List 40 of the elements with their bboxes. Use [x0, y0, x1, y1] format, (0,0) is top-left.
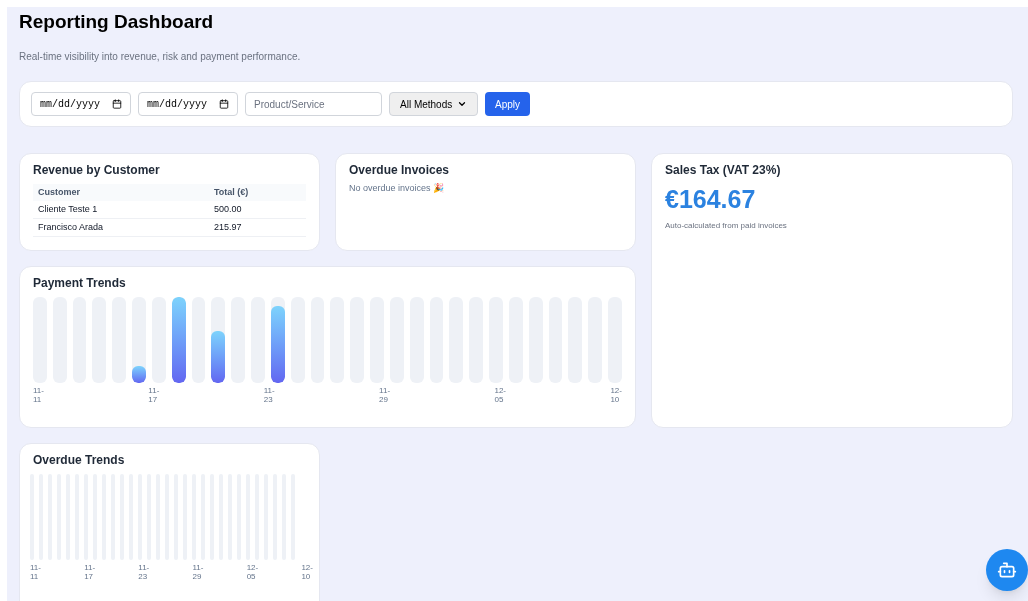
axis-label: 11-23 — [263, 386, 275, 404]
axis-label: 12-10 — [610, 386, 622, 404]
card-title: Overdue Invoices — [349, 163, 451, 178]
robot-icon — [997, 560, 1017, 580]
calendar-icon — [112, 99, 122, 109]
table-cell: Cliente Teste 1 — [33, 201, 209, 219]
axis-label: 11-17 — [84, 563, 96, 581]
axis-label: 11-17 — [148, 386, 160, 404]
apply-button[interactable]: Apply — [485, 92, 530, 116]
date-field[interactable]: mm/dd/yyyy — [31, 92, 131, 116]
page-subtitle: Real-time visibility into revenue, risk and payment performance. — [19, 50, 302, 64]
chevron-icon — [457, 99, 467, 109]
axis-label: 12-05 — [246, 563, 259, 581]
method-select[interactable]: All Methods — [389, 92, 478, 116]
column-header: Customer — [33, 184, 209, 201]
page-title: Reporting Dashboard — [19, 10, 215, 33]
card-title: Overdue Trends — [33, 453, 126, 468]
axis-label: 11-29 — [192, 563, 204, 581]
axis-label: 12-10 — [301, 563, 313, 581]
table-cell: Francisco Arada — [33, 218, 209, 237]
axis-label: 12-05 — [494, 386, 506, 404]
table-cell: 215.97 — [209, 218, 306, 237]
card-title: Sales Tax (VAT 23%) — [665, 163, 782, 178]
table-cell: 500.00 — [209, 201, 306, 219]
date-placeholder: mm/dd/yyyy — [40, 97, 100, 112]
card-title: Revenue by Customer — [33, 163, 161, 178]
axis-label: 11-23 — [138, 563, 150, 581]
axis-label: 11-29 — [379, 386, 391, 404]
column-header: Total (€) — [209, 184, 306, 201]
card-title: Payment Trends — [33, 276, 127, 291]
axis-label: 11-11 — [30, 563, 41, 581]
date-placeholder: mm/dd/yyyy — [147, 97, 207, 112]
date-field[interactable]: mm/dd/yyyy — [138, 92, 238, 116]
tax-amount: €164.67 — [665, 184, 757, 214]
empty-message: No overdue invoices 🎉 — [349, 182, 446, 195]
tax-note: Auto-calculated from paid invoices — [665, 220, 788, 232]
assistant-button[interactable] — [986, 549, 1028, 591]
axis-label: 11-11 — [33, 386, 44, 404]
calendar-icon — [219, 99, 229, 109]
product-field[interactable]: Product/Service — [245, 92, 382, 116]
